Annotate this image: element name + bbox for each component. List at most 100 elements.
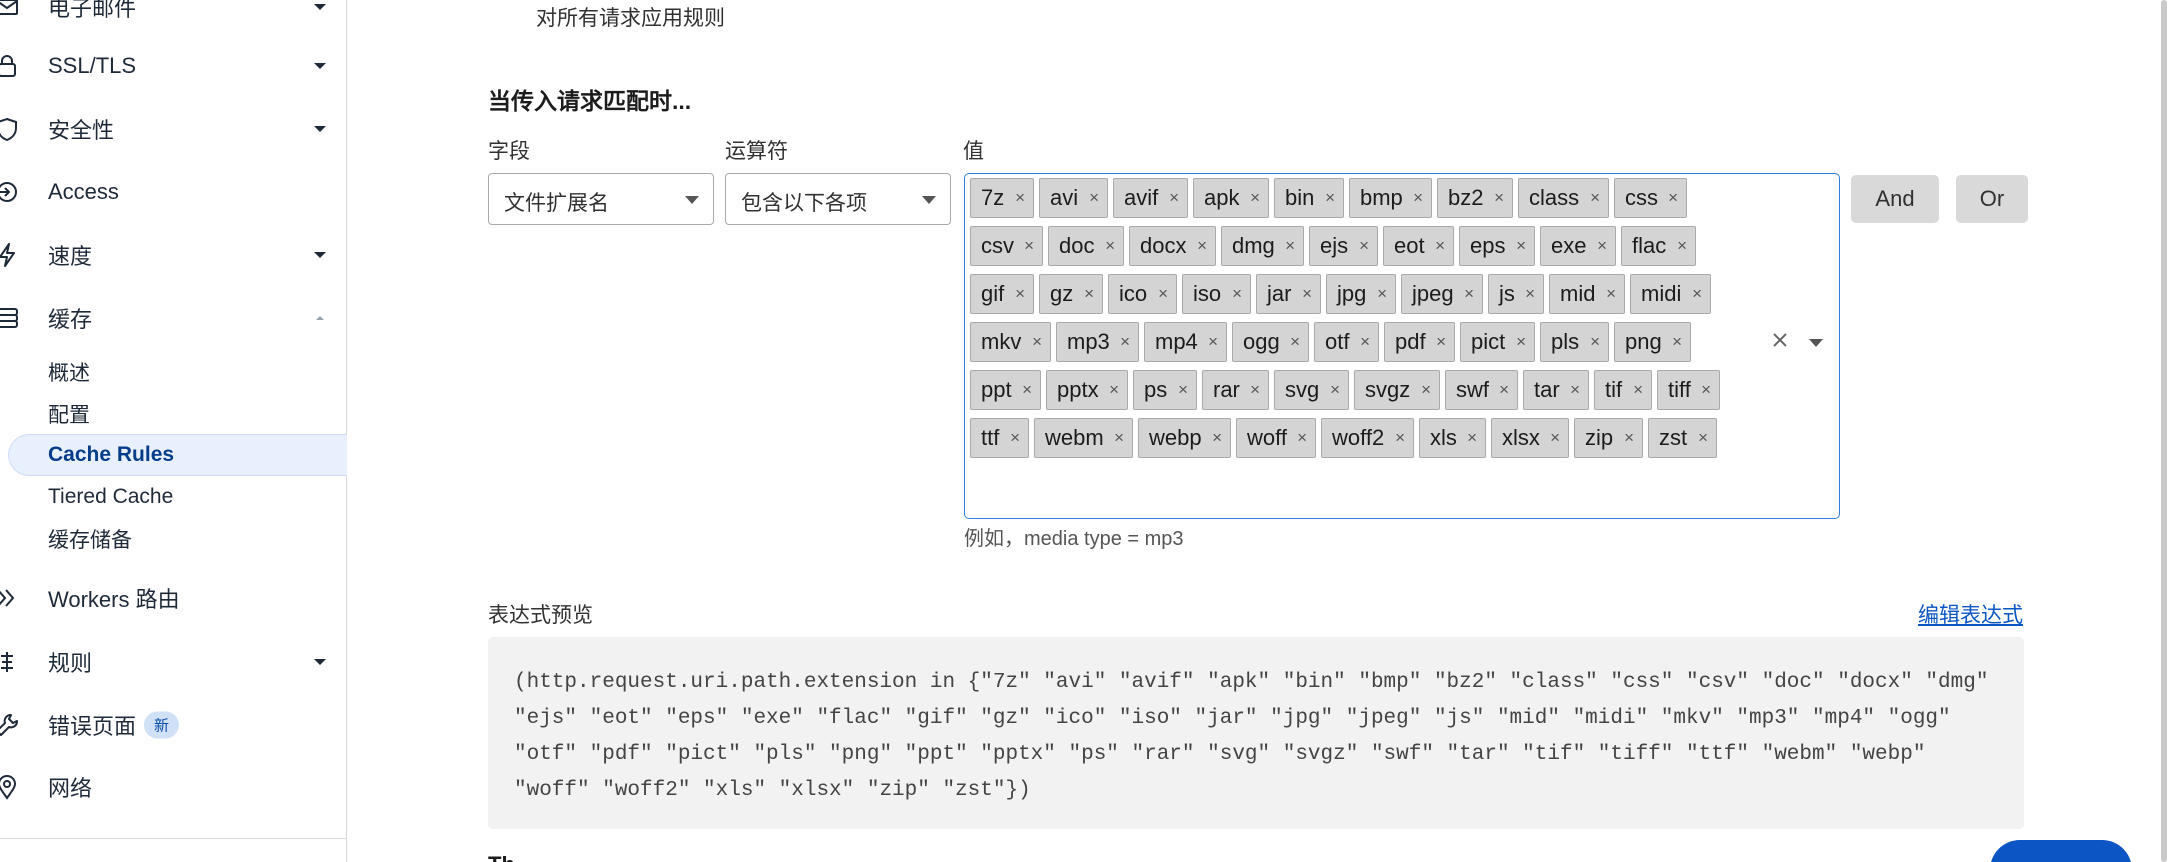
remove-tag-icon[interactable]: × [1550, 428, 1560, 448]
remove-tag-icon[interactable]: × [1330, 380, 1340, 400]
remove-tag-icon[interactable]: × [1212, 428, 1222, 448]
remove-tag-icon[interactable]: × [1297, 428, 1307, 448]
sidebar-item-access[interactable]: Access [0, 167, 346, 217]
remove-tag-icon[interactable]: × [1633, 380, 1643, 400]
sidebar-item-ssl-tls[interactable]: SSL/TLS [0, 41, 346, 91]
sidebar-item-workers-routes[interactable]: Workers 路由 [0, 573, 346, 623]
sidebar-item-network[interactable]: 网络 [0, 762, 346, 812]
deploy-button[interactable] [1990, 840, 2132, 862]
sidebar-subitem-tiered-cache[interactable]: Tiered Cache [0, 477, 346, 517]
or-button[interactable]: Or [1956, 175, 2028, 223]
remove-tag-icon[interactable]: × [1290, 332, 1300, 352]
remove-tag-icon[interactable]: × [1120, 332, 1130, 352]
remove-tag-icon[interactable]: × [1084, 284, 1094, 304]
location-pin-icon [0, 775, 17, 800]
remove-tag-icon[interactable]: × [1677, 236, 1687, 256]
remove-tag-icon[interactable]: × [1672, 332, 1682, 352]
remove-tag-icon[interactable]: × [1606, 284, 1616, 304]
shield-icon [0, 117, 17, 142]
sidebar-item-email[interactable]: 电子邮件 [0, 0, 346, 32]
value-tag-label: zst [1659, 425, 1688, 450]
value-multiselect[interactable]: 7z × avi × avif × apk × bin × bmp × bz2 × class × css × cs… [964, 173, 1840, 519]
remove-tag-icon[interactable]: × [1525, 284, 1535, 304]
remove-tag-icon[interactable]: × [1169, 188, 1179, 208]
remove-tag-icon[interactable]: × [1360, 332, 1370, 352]
value-tag-label: bmp [1360, 185, 1403, 210]
remove-tag-icon[interactable]: × [1114, 428, 1124, 448]
remove-tag-icon[interactable]: × [1435, 236, 1445, 256]
remove-tag-icon[interactable]: × [1692, 284, 1702, 304]
remove-tag-icon[interactable]: × [1105, 236, 1115, 256]
value-tag: mid × [1549, 274, 1625, 314]
remove-tag-icon[interactable]: × [1015, 284, 1025, 304]
remove-tag-icon[interactable]: × [1089, 188, 1099, 208]
value-dropdown-arrow-icon[interactable] [1808, 337, 1824, 349]
remove-tag-icon[interactable]: × [1109, 380, 1119, 400]
remove-tag-icon[interactable]: × [1250, 380, 1260, 400]
edit-expression-link[interactable]: 编辑表达式 [1918, 599, 2023, 629]
remove-tag-icon[interactable]: × [1178, 380, 1188, 400]
remove-tag-icon[interactable]: × [1701, 380, 1711, 400]
remove-tag-icon[interactable]: × [1516, 236, 1526, 256]
remove-tag-icon[interactable]: × [1668, 188, 1678, 208]
remove-tag-icon[interactable]: × [1325, 188, 1335, 208]
value-tag: eot × [1383, 226, 1454, 266]
value-tag: class × [1518, 178, 1609, 218]
value-tag: 7z × [970, 178, 1034, 218]
remove-tag-icon[interactable]: × [1516, 332, 1526, 352]
value-label: 值 [963, 140, 984, 163]
value-tag-label: tiff [1668, 377, 1691, 402]
remove-tag-icon[interactable]: × [1467, 428, 1477, 448]
operator-select[interactable]: 包含以下各项 [725, 173, 951, 225]
remove-tag-icon[interactable]: × [1570, 380, 1580, 400]
remove-tag-icon[interactable]: × [1022, 380, 1032, 400]
remove-tag-icon[interactable]: × [1250, 188, 1260, 208]
remove-tag-icon[interactable]: × [1436, 332, 1446, 352]
value-tag-label: apk [1204, 185, 1240, 210]
sidebar-subitem-cache-rules[interactable]: Cache Rules [8, 434, 347, 476]
remove-tag-icon[interactable]: × [1698, 428, 1708, 448]
value-tag-label: mp4 [1155, 329, 1198, 354]
remove-tag-icon[interactable]: × [1208, 332, 1218, 352]
expression-preview-label: 表达式预览 [488, 604, 593, 627]
remove-tag-icon[interactable]: × [1377, 284, 1387, 304]
clear-values-icon[interactable] [1770, 330, 1790, 350]
remove-tag-icon[interactable]: × [1421, 380, 1431, 400]
sidebar-item-error-pages[interactable]: 错误页面 新 [0, 700, 346, 750]
remove-tag-icon[interactable]: × [1032, 332, 1042, 352]
remove-tag-icon[interactable]: × [1590, 332, 1600, 352]
sidebar-subitem-cache-reserve[interactable]: 缓存储备 [0, 519, 346, 559]
remove-tag-icon[interactable]: × [1359, 236, 1369, 256]
value-tag-label: bz2 [1448, 185, 1484, 210]
scrollbar[interactable] [2160, 0, 2168, 862]
remove-tag-icon[interactable]: × [1464, 284, 1474, 304]
lightning-icon [0, 243, 15, 267]
remove-tag-icon[interactable]: × [1024, 236, 1034, 256]
sidebar-item-rules[interactable]: 规则 [0, 637, 346, 687]
remove-tag-icon[interactable]: × [1499, 380, 1509, 400]
sidebar-item-security[interactable]: 安全性 [0, 104, 346, 154]
scrollbar-thumb[interactable] [2161, 0, 2167, 862]
remove-tag-icon[interactable]: × [1302, 284, 1312, 304]
remove-tag-icon[interactable]: × [1232, 284, 1242, 304]
and-button[interactable]: And [1851, 175, 1939, 223]
sidebar-item-speed[interactable]: 速度 [0, 230, 346, 280]
remove-tag-icon[interactable]: × [1158, 284, 1168, 304]
remove-tag-icon[interactable]: × [1590, 188, 1600, 208]
remove-tag-icon[interactable]: × [1015, 188, 1025, 208]
remove-tag-icon[interactable]: × [1285, 236, 1295, 256]
field-select[interactable]: 文件扩展名 [488, 173, 714, 225]
remove-tag-icon[interactable]: × [1197, 236, 1207, 256]
sidebar-item-cache[interactable]: 缓存 [0, 293, 346, 343]
remove-tag-icon[interactable]: × [1624, 428, 1634, 448]
sidebar-subitem-configuration[interactable]: 配置 [0, 394, 346, 434]
value-tag-label: webm [1045, 425, 1104, 450]
value-tag: avi × [1039, 178, 1108, 218]
remove-tag-icon[interactable]: × [1395, 428, 1405, 448]
remove-tag-icon[interactable]: × [1010, 428, 1020, 448]
remove-tag-icon[interactable]: × [1413, 188, 1423, 208]
remove-tag-icon[interactable]: × [1494, 188, 1504, 208]
sidebar-subitem-overview[interactable]: 概述 [0, 352, 346, 392]
remove-tag-icon[interactable]: × [1597, 236, 1607, 256]
sidebar-item-label: 速度 [48, 244, 93, 269]
